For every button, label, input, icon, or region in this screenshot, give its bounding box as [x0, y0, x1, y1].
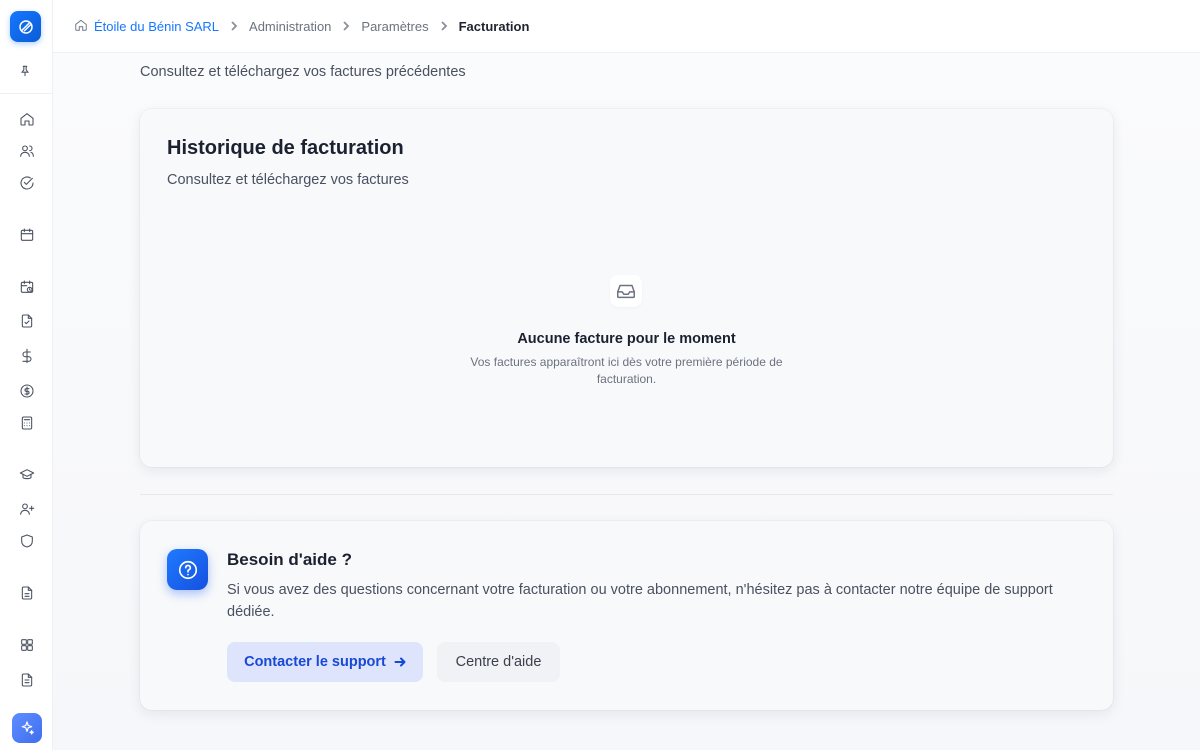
chevron-right-icon — [341, 21, 351, 31]
calendar-clock-icon[interactable] — [17, 277, 37, 297]
billing-history-title: Historique de facturation — [167, 137, 404, 159]
contact-support-button[interactable]: Contacter le support — [227, 642, 423, 682]
billing-history-subtitle: Consultez et téléchargez vos factures — [167, 172, 409, 188]
breadcrumb-company[interactable]: Étoile du Bénin SARL — [94, 19, 219, 34]
dollar-icon[interactable] — [17, 346, 37, 366]
users-icon[interactable] — [17, 141, 37, 161]
help-center-button[interactable]: Centre d'aide — [437, 642, 560, 682]
check-circle-icon[interactable] — [17, 173, 37, 193]
file-check-icon[interactable] — [17, 311, 37, 331]
help-center-label: Centre d'aide — [455, 654, 542, 670]
empty-state-text: Vos factures apparaîtront ici dès votre … — [470, 355, 783, 386]
help-card: Besoin d'aide ? Si vous avez des questio… — [140, 521, 1113, 710]
topbar: Étoile du Bénin SARL Administration Para… — [53, 0, 1200, 53]
file-text-icon[interactable] — [17, 670, 37, 690]
sidebar — [0, 0, 53, 750]
help-text: Si vous avez des questions concernant vo… — [227, 582, 1053, 620]
breadcrumb: Étoile du Bénin SARL Administration Para… — [74, 18, 529, 35]
empty-state-title: Aucune facture pour le moment — [517, 331, 736, 347]
calculator-icon[interactable] — [17, 413, 37, 433]
home-crumb-icon[interactable] — [74, 18, 88, 35]
chevron-right-icon — [229, 21, 239, 31]
home-icon[interactable] — [17, 109, 37, 129]
ai-assistant-button[interactable] — [12, 713, 42, 743]
page-subtitle: Consultez et téléchargez vos factures pr… — [140, 64, 466, 80]
breadcrumb-current: Facturation — [458, 18, 530, 34]
billing-history-card: Historique de facturation Consultez et t… — [140, 109, 1113, 467]
app-logo[interactable] — [10, 11, 41, 42]
breadcrumb-parametres[interactable]: Paramètres — [361, 19, 428, 34]
pin-icon[interactable] — [18, 64, 34, 80]
main-content: Consultez et téléchargez vos factures pr… — [53, 53, 1200, 750]
coin-icon[interactable] — [17, 381, 37, 401]
shield-icon[interactable] — [17, 531, 37, 551]
contact-support-label: Contacter le support — [244, 654, 386, 670]
help-title: Besoin d'aide ? — [227, 550, 352, 569]
chevron-right-icon — [439, 21, 449, 31]
user-plus-icon[interactable] — [17, 499, 37, 519]
breadcrumb-administration[interactable]: Administration — [249, 19, 331, 34]
grid-icon[interactable] — [17, 635, 37, 655]
arrow-right-icon — [394, 657, 406, 667]
graduation-cap-icon[interactable] — [17, 465, 37, 485]
section-divider — [140, 494, 1113, 495]
document-icon[interactable] — [17, 583, 37, 603]
help-circle-icon — [167, 549, 208, 590]
inbox-icon — [610, 275, 642, 307]
calendar-icon[interactable] — [17, 225, 37, 245]
